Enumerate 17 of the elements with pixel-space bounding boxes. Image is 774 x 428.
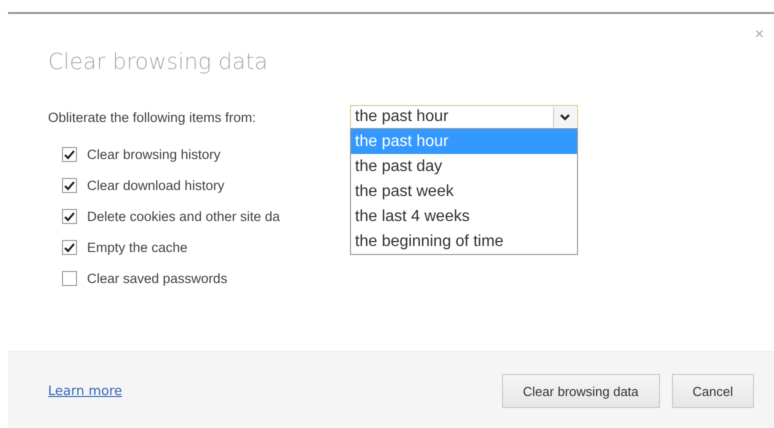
checkbox[interactable] — [62, 240, 77, 255]
dialog-title: Clear browsing data — [48, 50, 269, 75]
checkbox[interactable] — [62, 271, 77, 286]
cancel-button[interactable]: Cancel — [672, 374, 754, 408]
checkbox-label: Clear saved passwords — [87, 271, 228, 286]
caret-icon — [560, 114, 570, 120]
learn-more-link[interactable]: Learn more — [48, 384, 122, 398]
checkbox[interactable] — [62, 147, 77, 162]
checkbox[interactable] — [62, 178, 77, 193]
checkbox-label: Delete cookies and other site da — [87, 209, 280, 224]
checkbox-label: Clear download history — [87, 178, 224, 193]
checkbox[interactable] — [62, 209, 77, 224]
clear-data-button[interactable]: Clear browsing data — [502, 374, 660, 408]
checkbox-label: Clear browsing history — [87, 147, 221, 162]
period-label: Obliterate the following items from: — [48, 110, 257, 124]
period-dropdown[interactable]: the past hour — [350, 105, 578, 129]
checkbox-label: Empty the cache — [87, 240, 188, 255]
